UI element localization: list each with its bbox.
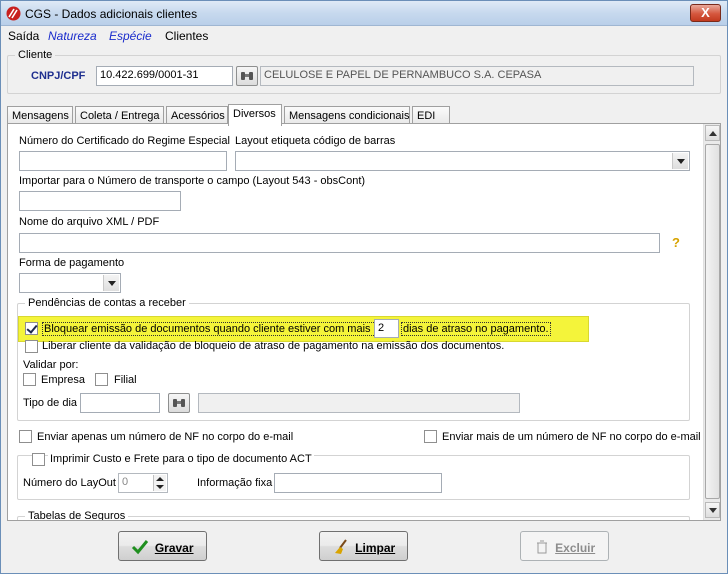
certificado-input[interactable] bbox=[19, 151, 227, 171]
forma-pagamento-label: Forma de pagamento bbox=[19, 257, 125, 269]
certificado-label: Número do Certificado do Regime Especial bbox=[19, 135, 230, 147]
search-cliente-button[interactable] bbox=[236, 66, 258, 86]
numero-layout-label: Número do LayOut bbox=[23, 477, 116, 489]
checkmark-icon bbox=[132, 540, 149, 555]
liberar-label: Liberar cliente da validação de bloqueio… bbox=[42, 340, 505, 352]
search-tipo-dia-button[interactable] bbox=[168, 393, 190, 413]
filial-label: Filial bbox=[114, 374, 137, 386]
enviar-mais-checkbox[interactable] bbox=[424, 430, 437, 443]
broom-icon bbox=[334, 539, 347, 554]
layout-etiqueta-select[interactable] bbox=[235, 151, 690, 171]
binoculars-icon bbox=[241, 72, 253, 80]
tab-strip: Mensagens Coleta / Entrega Acessórios Di… bbox=[7, 104, 721, 126]
layout-etiqueta-label: Layout etiqueta código de barras bbox=[235, 135, 396, 147]
gravar-label: Gravar bbox=[154, 541, 194, 555]
numero-layout-value: 0 bbox=[122, 476, 129, 488]
pendencias-legend: Pendências de contas a receber bbox=[28, 297, 186, 309]
limpar-button[interactable]: Limpar bbox=[319, 531, 408, 561]
validar-por-label: Validar por: bbox=[23, 359, 79, 371]
menu-saida[interactable]: Saída bbox=[8, 29, 39, 43]
enviar-mais-label: Enviar mais de um número de NF no corpo … bbox=[442, 431, 701, 443]
trash-icon bbox=[536, 540, 547, 554]
stepper-arrows-icon bbox=[153, 475, 166, 491]
numero-layout-stepper[interactable]: 0 bbox=[118, 473, 168, 493]
menu-bar: Saída Natureza Espécie Clientes bbox=[1, 26, 727, 45]
liberar-checkbox[interactable] bbox=[25, 340, 38, 353]
tipo-dia-input[interactable] bbox=[80, 393, 160, 413]
binoculars-icon bbox=[173, 399, 185, 407]
gravar-button[interactable]: Gravar bbox=[118, 531, 207, 561]
cnpj-label: CNPJ/CPF bbox=[31, 70, 86, 82]
informacao-fixa-label: Informação fixa bbox=[197, 477, 273, 489]
xml-pdf-label: Nome do arquivo XML / PDF bbox=[19, 216, 160, 228]
tabelas-seguros-group: Tabelas de Seguros bbox=[17, 510, 690, 521]
scroll-thumb[interactable] bbox=[705, 144, 720, 499]
xml-pdf-input[interactable] bbox=[19, 233, 660, 253]
cliente-nome-field: CELULOSE E PAPEL DE PERNAMBUCO S.A. CEPA… bbox=[260, 66, 694, 86]
chevron-down-icon bbox=[672, 153, 688, 169]
filial-checkbox[interactable] bbox=[95, 373, 108, 386]
scroll-down-button[interactable] bbox=[705, 502, 720, 518]
chevron-down-icon bbox=[709, 508, 717, 513]
window-title: CGS - Dados adicionais clientes bbox=[25, 7, 198, 21]
diversos-panel: Número do Certificado do Regime Especial… bbox=[7, 123, 721, 521]
menu-especie[interactable]: Espécie bbox=[109, 29, 152, 43]
bloquear-label-suffix: dias de atraso no pagamento. bbox=[401, 322, 551, 336]
imprimir-custo-checkbox[interactable] bbox=[32, 453, 45, 466]
enviar-apenas-checkbox[interactable] bbox=[19, 430, 32, 443]
excluir-label: Excluir bbox=[555, 541, 596, 555]
dados-adicionais-window: CGS - Dados adicionais clientes X Saída … bbox=[0, 0, 728, 574]
empresa-label: Empresa bbox=[41, 374, 86, 386]
bloquear-checkbox[interactable] bbox=[25, 322, 38, 335]
app-logo-icon bbox=[6, 6, 21, 21]
enviar-apenas-label: Enviar apenas um número de NF no corpo d… bbox=[37, 431, 294, 443]
scroll-up-button[interactable] bbox=[705, 125, 720, 141]
cnpj-input[interactable]: 10.422.699/0001-31 bbox=[96, 66, 233, 86]
cliente-legend: Cliente bbox=[18, 49, 53, 61]
chevron-down-icon bbox=[103, 275, 119, 291]
tab-diversos[interactable]: Diversos bbox=[228, 104, 282, 126]
tipo-dia-label: Tipo de dia bbox=[23, 397, 78, 409]
menu-natureza[interactable]: Natureza bbox=[48, 29, 97, 43]
imprimir-custo-label: Imprimir Custo e Frete para o tipo de do… bbox=[48, 453, 314, 465]
title-bar: CGS - Dados adicionais clientes X bbox=[1, 1, 727, 26]
tabelas-seguros-legend: Tabelas de Seguros bbox=[28, 510, 126, 521]
importar-label: Importar para o Número de transporte o c… bbox=[19, 175, 366, 187]
help-icon[interactable]: ? bbox=[672, 235, 680, 250]
importar-input[interactable] bbox=[19, 191, 181, 211]
empresa-checkbox[interactable] bbox=[23, 373, 36, 386]
tipo-dia-descricao bbox=[198, 393, 520, 413]
limpar-label: Limpar bbox=[355, 541, 396, 555]
chevron-up-icon bbox=[709, 131, 717, 136]
close-icon: X bbox=[701, 5, 710, 20]
dias-atraso-input[interactable]: 2 bbox=[374, 319, 399, 338]
panel-scrollbar[interactable] bbox=[703, 124, 720, 520]
bloquear-label-prefix: Bloquear emissão de documentos quando cl… bbox=[42, 322, 388, 336]
forma-pagamento-select[interactable] bbox=[19, 273, 121, 293]
menu-clientes[interactable]: Clientes bbox=[165, 29, 208, 43]
excluir-button[interactable]: Excluir bbox=[520, 531, 609, 561]
close-window-button[interactable]: X bbox=[690, 4, 721, 22]
informacao-fixa-input[interactable] bbox=[274, 473, 442, 493]
